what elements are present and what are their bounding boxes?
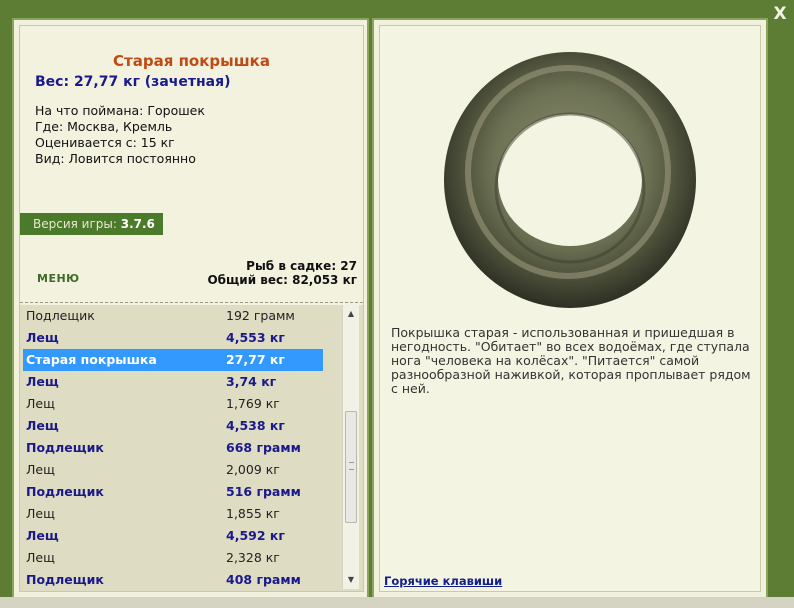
game-version-badge: Версия игры: 3.7.6: [20, 213, 163, 235]
arrow-down-icon[interactable]: ▼: [344, 573, 358, 587]
catch-row[interactable]: Лещ 2,328 кг: [20, 547, 342, 569]
catch-name: Подлещик: [26, 572, 104, 587]
left-panel: Старая покрышка Вес: 27,77 кг (зачетная)…: [12, 18, 369, 602]
fish-count: Рыб в садке: 27: [246, 259, 357, 273]
catch-name: Лещ: [26, 396, 55, 411]
tire-image: [444, 52, 696, 308]
catch-row[interactable]: Лещ 4,592 кг: [20, 525, 342, 547]
version-value: 3.7.6: [120, 217, 155, 231]
item-detail-panel: Покрышка старая - использованная и прише…: [379, 25, 761, 592]
item-bait: На что поймана: Горошек: [35, 103, 205, 118]
catch-name: Лещ: [26, 418, 59, 433]
scroll-thumb[interactable]: [345, 411, 357, 523]
item-description: Покрышка старая - использованная и прише…: [391, 325, 751, 396]
catch-weight: 516 грамм: [226, 484, 301, 499]
item-location: Где: Москва, Кремль: [35, 119, 173, 134]
catch-name: Подлещик: [26, 484, 104, 499]
catch-weight: 2,328 кг: [226, 550, 280, 565]
catch-weight: 1,769 кг: [226, 396, 280, 411]
catch-list-scrollbar[interactable]: ▲ ▼: [342, 305, 359, 589]
cage-stats: Рыб в садке: 27 Общий вес: 82,053 кг: [207, 259, 357, 287]
catch-name: Лещ: [26, 550, 55, 565]
catch-weight: 192 грамм: [226, 308, 295, 323]
catch-weight: 3,74 кг: [226, 374, 277, 389]
item-kind: Вид: Ловится постоянно: [35, 151, 196, 166]
catch-name: Подлещик: [26, 440, 104, 455]
catch-name: Лещ: [26, 506, 55, 521]
menu-button[interactable]: МЕНЮ: [37, 272, 80, 285]
catch-name: Лещ: [26, 374, 59, 389]
catch-weight: 1,855 кг: [226, 506, 280, 521]
catch-row[interactable]: Лещ 3,74 кг: [20, 371, 342, 393]
close-icon[interactable]: X: [772, 6, 788, 23]
catch-name: Лещ: [26, 462, 55, 477]
divider: [20, 302, 363, 303]
catch-weight: 27,77 кг: [226, 352, 285, 367]
catch-row[interactable]: Лещ 2,009 кг: [20, 459, 342, 481]
catch-weight: 668 грамм: [226, 440, 301, 455]
grip-icon: [349, 462, 354, 470]
item-info-panel: Старая покрышка Вес: 27,77 кг (зачетная)…: [19, 25, 364, 592]
catch-row[interactable]: Лещ 4,553 кг: [20, 327, 342, 349]
catch-row[interactable]: Подлещик 668 грамм: [20, 437, 342, 459]
catch-name: Старая покрышка: [26, 352, 157, 367]
right-panel: Покрышка старая - использованная и прише…: [372, 18, 768, 602]
catch-row[interactable]: Подлещик 408 грамм: [20, 569, 342, 591]
item-title: Старая покрышка: [113, 52, 270, 70]
hotkeys-link[interactable]: Горячие клавиши: [384, 574, 502, 588]
catch-row-selected[interactable]: Старая покрышка 27,77 кг: [23, 349, 323, 371]
catch-info-window: X Старая покрышка Вес: 27,77 кг (зачетна…: [0, 0, 794, 608]
catch-row[interactable]: Лещ 4,538 кг: [20, 415, 342, 437]
catch-name: Подлещик: [26, 308, 95, 323]
arrow-up-icon[interactable]: ▲: [344, 307, 358, 321]
catch-name: Лещ: [26, 330, 59, 345]
catch-weight: 4,553 кг: [226, 330, 285, 345]
catch-row[interactable]: Лещ 1,855 кг: [20, 503, 342, 525]
bottom-toolbar-strip: [0, 597, 794, 608]
catch-row[interactable]: Подлещик 516 грамм: [20, 481, 342, 503]
total-weight: Общий вес: 82,053 кг: [207, 273, 357, 287]
catch-row[interactable]: Подлещик 192 грамм: [20, 305, 342, 327]
item-weight: Вес: 27,77 кг (зачетная): [35, 74, 231, 90]
catch-name: Лещ: [26, 528, 59, 543]
item-valued-from: Оценивается с: 15 кг: [35, 135, 175, 150]
catch-weight: 2,009 кг: [226, 462, 280, 477]
catch-row[interactable]: Лещ 1,769 кг: [20, 393, 342, 415]
catch-weight: 4,538 кг: [226, 418, 285, 433]
catch-list: Подлещик 408 грамм Лещ 2,328 кг Лещ 4,592 кг Л…: [20, 305, 363, 591]
catch-weight: 4,592 кг: [226, 528, 285, 543]
catch-weight: 408 грамм: [226, 572, 301, 587]
version-label: Версия игры:: [33, 217, 121, 231]
